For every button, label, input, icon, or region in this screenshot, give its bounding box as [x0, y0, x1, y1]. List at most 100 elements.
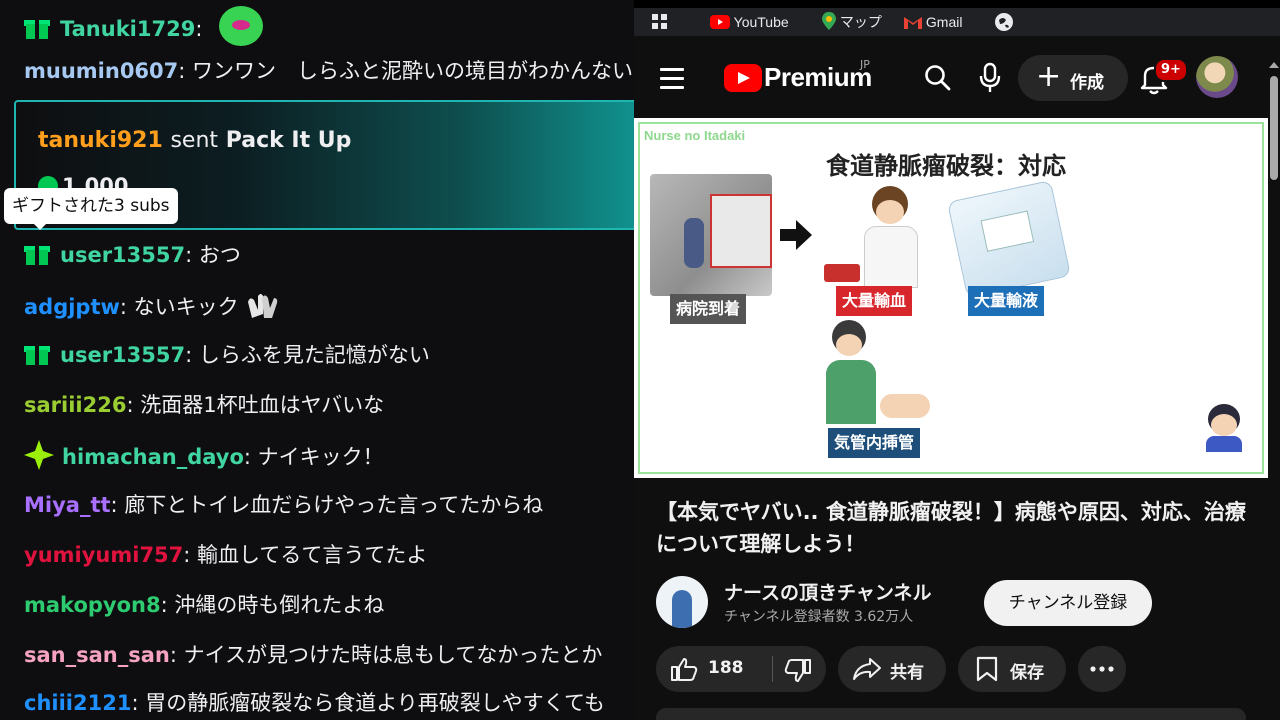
chat-username[interactable]: Miya_tt	[24, 493, 111, 517]
create-button[interactable]: + 作成	[1018, 55, 1128, 101]
more-horizontal-icon	[1090, 666, 1114, 672]
hands-emote-icon	[247, 294, 278, 318]
share-arrow-icon	[853, 658, 881, 680]
chat-text: ナイスが見つけた時は息もしてなかったとか	[183, 643, 603, 667]
gift-tooltip: ギフトされた3 subs	[4, 188, 178, 230]
chat-message: chiii2121: 胃の静脈瘤破裂なら食道より再破裂しやすくても	[24, 691, 605, 715]
gift-badge-icon	[24, 16, 50, 40]
thumbs-down-icon[interactable]	[784, 658, 812, 684]
chat-text: ナイキック！	[257, 445, 384, 469]
bookmark-maps[interactable]: マップ	[822, 8, 882, 36]
chat-message: san_san_san: ナイスが見つけた時は息もしてなかったとか	[24, 643, 603, 667]
channel-subscriber-count: チャンネル登録者数 3.62万人	[724, 609, 914, 625]
more-actions-button[interactable]	[1078, 646, 1126, 692]
chat-username[interactable]: san_san_san	[24, 643, 170, 667]
arrow-right-icon	[780, 220, 812, 250]
chat-message: adgjptw: ないキック	[24, 290, 280, 322]
chat-username[interactable]: user13557	[60, 243, 185, 267]
gift-sender[interactable]: tanuki921	[38, 128, 163, 153]
search-icon[interactable]	[924, 64, 952, 92]
label-intubation: 気管内挿管	[828, 428, 921, 458]
chat-username[interactable]: himachan_dayo	[62, 445, 244, 469]
chat-text: 廊下とトイレ血だらけやった言ってたからね	[124, 493, 544, 517]
chat-message: himachan_dayo: ナイキック！	[24, 440, 384, 472]
sparkle-badge-icon	[24, 440, 54, 470]
globe-icon[interactable]	[994, 12, 1014, 32]
chat-username[interactable]: sariii226	[24, 393, 126, 417]
chat-text: しらふを見た記憶がない	[198, 343, 430, 367]
chat-username[interactable]: user13557	[60, 343, 185, 367]
save-button[interactable]: 保存	[958, 646, 1066, 692]
chat-username[interactable]: adgjptw	[24, 295, 120, 319]
chat-text: ないキック	[133, 295, 239, 319]
save-label: 保存	[1010, 663, 1044, 683]
youtube-premium-logo[interactable]: Premium	[764, 62, 872, 93]
chat-text: ワンワン しらふと泥酔いの境目がわかんない	[192, 59, 634, 83]
character-mascot-image	[1202, 404, 1246, 454]
chat-message: makopyon8: 沖縄の時も倒れたよね	[24, 593, 385, 617]
apps-grid-icon[interactable]	[650, 8, 670, 36]
chat-username[interactable]: chiii2121	[24, 691, 131, 715]
thumbnail-brand: Nurse no Itadaki	[644, 128, 746, 143]
intubation-image	[826, 320, 932, 430]
hamburger-menu-icon[interactable]	[660, 68, 684, 89]
gift-sent-word: sent	[170, 128, 219, 153]
chat-message: muumin0607: ワンワン しらふと泥酔いの境目がわかんない	[24, 59, 634, 83]
gift-badge-icon	[24, 242, 50, 266]
like-button[interactable]: 188	[656, 646, 772, 692]
iv-bag-image	[946, 180, 1072, 298]
create-label: 作成	[1070, 73, 1104, 93]
bookmark-label: Gmail	[925, 14, 963, 30]
thumbnail-heading: 食道静脈瘤破裂：対応	[826, 152, 1066, 180]
chat-username[interactable]: Tanuki1729	[60, 17, 195, 41]
label-infusion: 大量輸液	[968, 286, 1045, 316]
description-box[interactable]	[656, 708, 1246, 720]
youtube-window: YouTube マップ Gmail Premium JP + 作成 9+ Nur…	[634, 0, 1280, 720]
chat-message: Tanuki1729:	[24, 6, 264, 46]
gift-badge-icon	[24, 342, 50, 366]
chat-message: user13557: しらふを見た記憶がない	[24, 340, 430, 370]
like-count: 188	[708, 658, 744, 678]
green-blob-emote-icon	[219, 6, 264, 46]
channel-name[interactable]: ナースの頂きチャンネル	[724, 578, 931, 605]
chat-username[interactable]: yumiyumi757	[24, 543, 183, 567]
bookmark-youtube[interactable]: YouTube	[710, 8, 789, 36]
share-button[interactable]: 共有	[838, 646, 946, 692]
youtube-icon	[710, 15, 730, 29]
bookmark-gmail[interactable]: Gmail	[904, 8, 962, 36]
chat-username[interactable]: muumin0607	[24, 59, 178, 83]
microphone-icon[interactable]	[979, 62, 1001, 94]
maps-pin-icon	[822, 12, 836, 30]
bookmark-label: YouTube	[733, 14, 789, 30]
chat-text: 洗面器1杯吐血はヤバいな	[140, 393, 385, 417]
thumbs-up-icon	[671, 658, 698, 681]
chat-text: おつ	[198, 243, 241, 267]
chat-panel: Tanuki1729: muumin0607: ワンワン しらふと泥酔いの境目が…	[0, 0, 636, 720]
youtube-masthead: Premium JP + 作成 9+	[634, 40, 1280, 116]
subscribe-button[interactable]: チャンネル登録	[984, 580, 1152, 626]
chat-text: 輸血してるて言うてたよ	[197, 543, 428, 567]
channel-avatar[interactable]	[656, 576, 708, 628]
chat-text: 沖縄の時も倒れたよね	[174, 593, 385, 617]
chat-message: yumiyumi757: 輸血してるて言うてたよ	[24, 543, 428, 567]
chat-message: user13557: おつ	[24, 240, 241, 270]
ambulance-scene-image	[650, 174, 772, 296]
chat-text: 胃の静脈瘤破裂なら食道より再破裂しやすくても	[145, 691, 605, 715]
video-thumbnail[interactable]: Nurse no Itadaki 食道静脈瘤破裂：対応 病院到着 大量輸血 大量…	[634, 118, 1268, 478]
gmail-icon	[904, 17, 922, 29]
page-scrollbar[interactable]	[1268, 60, 1280, 720]
notification-count-badge: 9+	[1154, 58, 1188, 82]
video-title: 【本気でヤバい.. 食道静脈瘤破裂！】病態や原因、対応、治療について理解しよう！	[656, 500, 1246, 556]
bookmark-save-icon	[976, 656, 998, 682]
chat-message: Miya_tt: 廊下とトイレ血だらけやった言ってたからね	[24, 493, 544, 517]
bookmarks-bar: YouTube マップ Gmail	[634, 0, 1280, 36]
chat-message: sariii226: 洗面器1杯吐血はヤバいな	[24, 393, 385, 417]
label-arrival: 病院到着	[670, 294, 747, 324]
account-avatar[interactable]	[1196, 56, 1238, 98]
gift-item-name: Pack It Up	[225, 128, 352, 153]
bookmark-label: マップ	[839, 14, 882, 30]
youtube-logo-icon[interactable]	[724, 64, 762, 92]
chat-username[interactable]: makopyon8	[24, 593, 161, 617]
like-divider	[772, 656, 773, 682]
like-dislike-group: 188	[656, 646, 826, 692]
